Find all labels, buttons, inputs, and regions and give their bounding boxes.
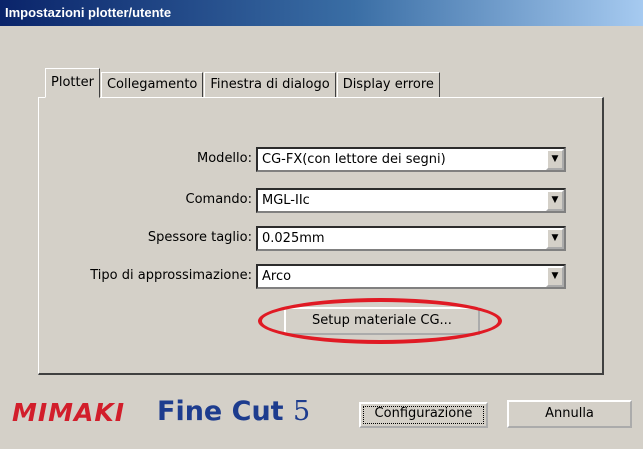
cut-thickness-row: Spessore taglio: 0.025mm ▼ [39,226,602,252]
approximation-value: Arco [262,269,292,284]
tab-display-errore[interactable]: Display errore [336,72,440,98]
chevron-down-icon[interactable]: ▼ [546,149,564,170]
finecut-logo-version: 5 [292,396,311,427]
model-value: CG-FX(con lettore dei segni) [262,152,446,167]
configure-button[interactable]: Configurazione [359,402,488,428]
chevron-down-icon[interactable]: ▼ [546,228,564,249]
mimaki-logo: MIMAKI [12,398,126,427]
finecut-logo: Fine Cut 5 [157,396,310,427]
command-select[interactable]: MGL-IIc ▼ [256,188,566,213]
cut-thickness-select[interactable]: 0.025mm ▼ [256,226,566,251]
model-select[interactable]: CG-FX(con lettore dei segni) ▼ [256,147,566,172]
tab-finestra-di-dialogo[interactable]: Finestra di dialogo [204,72,336,98]
command-value: MGL-IIc [262,193,310,208]
window-title: Impostazioni plotter/utente [0,0,643,26]
tab-plotter[interactable]: Plotter [45,68,100,98]
tab-strip: Plotter Collegamento Finestra di dialogo… [45,68,441,98]
chevron-down-icon[interactable]: ▼ [546,190,564,211]
highlight-ellipse [258,298,502,344]
model-label: Modello: [197,151,252,166]
cancel-button[interactable]: Annulla [507,400,632,428]
command-row: Comando: MGL-IIc ▼ [39,188,602,214]
model-row: Modello: CG-FX(con lettore dei segni) ▼ [39,147,602,173]
cut-thickness-value: 0.025mm [262,231,325,246]
chevron-down-icon[interactable]: ▼ [546,266,564,287]
command-label: Comando: [185,192,253,207]
tab-collegamento[interactable]: Collegamento [100,72,204,98]
approximation-label: Tipo di approssimazione: [90,268,252,283]
approximation-row: Tipo di approssimazione: Arco ▼ [39,264,602,290]
cut-thickness-label: Spessore taglio: [147,230,252,245]
approximation-select[interactable]: Arco ▼ [256,264,566,289]
finecut-logo-name: Fine Cut [157,396,284,427]
